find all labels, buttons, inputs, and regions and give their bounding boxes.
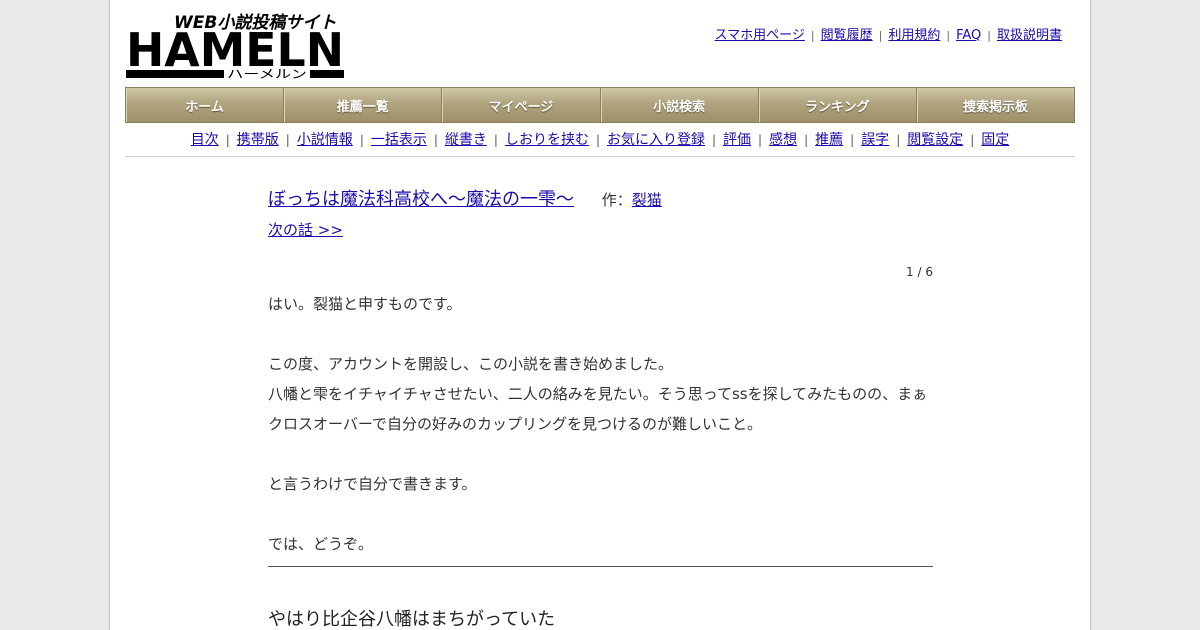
body-paragraph: この度、アカウントを開設し、この小説を書き始めました。 xyxy=(268,355,674,373)
body-paragraph xyxy=(268,319,933,349)
page-container: WEB小説投稿サイト HAMELN ハーメルン スマホ用ページ | 閲覧履歴 | 利用規… xyxy=(109,0,1091,630)
subnav-bookmark[interactable]: しおりを挟む xyxy=(505,132,589,148)
subnav-typo[interactable]: 誤字 xyxy=(861,132,889,148)
logo-graphic: WEB小説投稿サイト HAMELN ハーメルン xyxy=(126,13,344,80)
author-link[interactable]: 裂猫 xyxy=(632,191,662,209)
sub-nav: 目次 | 携帯版 | 小説情報 | 一括表示 | 縦書き | しおりを挟む | お気に入り登録 | 評価 | 感… xyxy=(190,132,1010,148)
nav-recommend-list[interactable]: 推薦一覧 xyxy=(284,88,443,122)
top-link-manual[interactable]: 取扱説明書 xyxy=(997,28,1062,43)
top-link-faq[interactable]: FAQ xyxy=(956,28,981,43)
novel-title-link[interactable]: ぼっちは魔法科高校へ〜魔法の一雫〜 xyxy=(268,189,574,210)
body-paragraph xyxy=(268,439,933,469)
subnav-review[interactable]: 感想 xyxy=(769,132,797,148)
top-link-terms[interactable]: 利用規約 xyxy=(888,28,940,43)
logo-bar-left xyxy=(126,70,224,78)
author-info: 作：裂猫 xyxy=(602,191,662,209)
top-link-history[interactable]: 閲覧履歴 xyxy=(821,28,873,43)
subnav-mobile[interactable]: 携帯版 xyxy=(237,132,279,148)
subnav-rating[interactable]: 評価 xyxy=(723,132,751,148)
content-divider xyxy=(268,566,933,567)
top-link-smartphone[interactable]: スマホ用ページ xyxy=(715,28,805,43)
subnav-divider xyxy=(125,156,1075,157)
subnav-view-settings[interactable]: 閲覧設定 xyxy=(907,132,963,148)
nav-search-board[interactable]: 捜索掲示板 xyxy=(917,88,1074,122)
body-paragraph xyxy=(268,499,933,529)
top-links: スマホ用ページ | 閲覧履歴 | 利用規約 | FAQ | 取扱説明書 xyxy=(714,28,1062,43)
nav-home[interactable]: ホーム xyxy=(126,88,285,122)
logo-bar-right xyxy=(310,70,344,78)
chapter-title: やはり比企谷八幡はまちがっていた xyxy=(268,609,556,630)
novel-content: ぼっちは魔法科高校へ〜魔法の一雫〜 作：裂猫 次の話 >> 1 / 6 はい。裂… xyxy=(268,185,933,630)
logo-kana: ハーメルン xyxy=(227,67,307,80)
page-indicator: 1 / 6 xyxy=(906,265,933,279)
subnav-vertical[interactable]: 縦書き xyxy=(445,132,487,148)
body-paragraph: 八幡と雫をイチャイチャさせたい、二人の絡みを見たい。そう思ってssを探してみたも… xyxy=(268,385,928,403)
nav-mypage[interactable]: マイページ xyxy=(442,88,601,122)
nav-novel-search[interactable]: 小説検索 xyxy=(601,88,759,122)
body-paragraph: はい。裂猫と申すものです。 xyxy=(268,295,462,313)
next-chapter-row: 次の話 >> xyxy=(268,219,933,240)
subnav-pin[interactable]: 固定 xyxy=(981,132,1009,148)
title-row: ぼっちは魔法科高校へ〜魔法の一雫〜 作：裂猫 xyxy=(268,185,933,211)
next-chapter-link[interactable]: 次の話 >> xyxy=(268,221,343,239)
main-nav: ホーム 推薦一覧 マイページ 小説検索 ランキング 捜索掲示板 xyxy=(125,87,1075,123)
subnav-show-all[interactable]: 一括表示 xyxy=(371,132,427,148)
author-prefix: 作： xyxy=(601,191,632,209)
subnav-favorite[interactable]: お気に入り登録 xyxy=(607,132,705,148)
nav-ranking[interactable]: ランキング xyxy=(759,88,917,122)
body-paragraph: クロスオーバーで自分の好みのカップリングを見つけるのが難しいこと。 xyxy=(268,415,762,433)
subnav-toc[interactable]: 目次 xyxy=(191,132,219,148)
subnav-recommend[interactable]: 推薦 xyxy=(815,132,843,148)
hameln-logo[interactable]: WEB小説投稿サイト HAMELN ハーメルン xyxy=(126,10,346,80)
body-paragraph: では、どうぞ。 xyxy=(268,535,374,553)
subnav-novel-info[interactable]: 小説情報 xyxy=(297,132,353,148)
body-paragraph: と言うわけで自分で書きます。 xyxy=(268,475,477,493)
novel-body: はい。裂猫と申すものです。 この度、アカウントを開設し、この小説を書き始めました… xyxy=(268,289,933,559)
